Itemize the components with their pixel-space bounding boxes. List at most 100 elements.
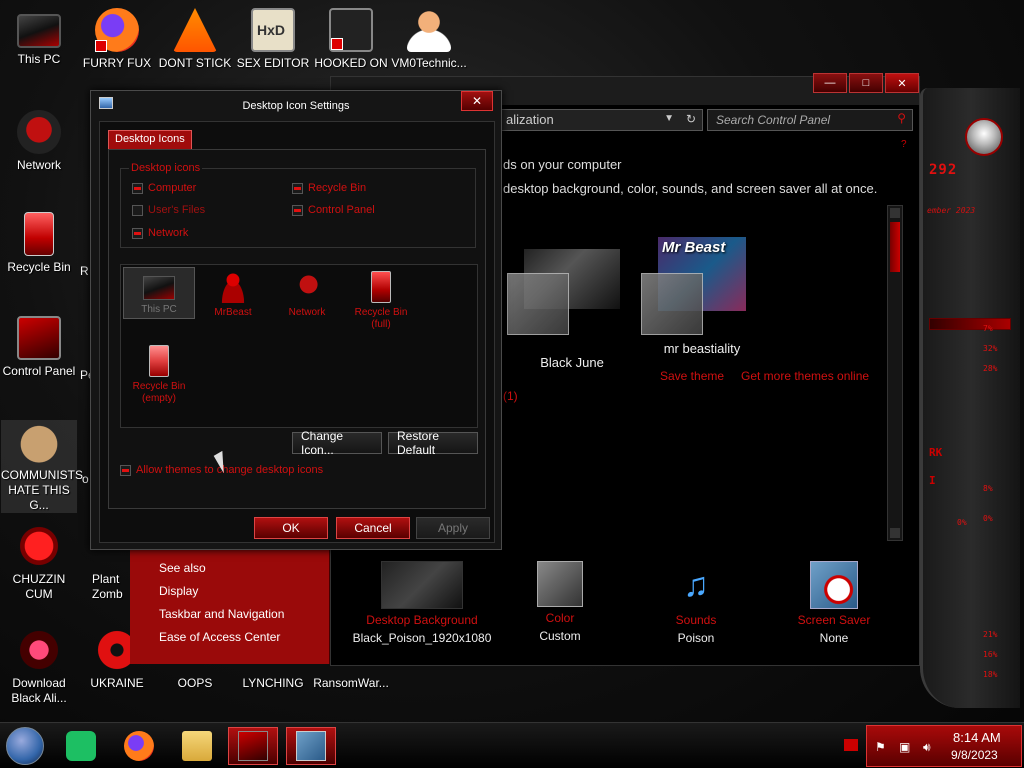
clock-date[interactable]: 9/8/2023 [951,748,998,762]
chevron-down-icon[interactable]: ▼ [664,113,674,124]
address-bar[interactable]: alization ▼ ↻ [501,109,703,131]
list-item-network[interactable]: Network [271,267,343,319]
refresh-icon[interactable]: ↻ [686,112,696,126]
control-panel-icon [17,316,61,360]
group-legend: Desktop icons [129,162,203,174]
scrollbar[interactable] [887,205,903,541]
desktop-icon-sex-editor[interactable]: HxD SEX EDITOR [235,8,311,71]
recycle-bin-empty-icon [149,345,169,377]
close-button[interactable]: ✕ [885,73,919,93]
start-button[interactable] [6,727,44,765]
screen-saver-item[interactable]: Screen Saver None [759,561,909,645]
cancel-button[interactable]: Cancel [336,517,410,539]
list-item-this-pc[interactable]: This PC [123,267,195,319]
color-swatch-icon [537,561,583,607]
monitor-icon [143,276,175,300]
gadget-pct: 32% [983,344,998,353]
music-notes-icon: ♫ [683,566,709,604]
theme-black-june[interactable]: Black June [507,249,637,370]
checkbox-users-files[interactable]: User's Files [132,204,205,216]
search-input[interactable]: Search Control Panel ⚲ [707,109,913,131]
dialog-titlebar: Desktop Icon Settings ✕ [91,91,501,121]
taskbar-app-personalization[interactable] [286,727,336,765]
money-bag-icon [17,420,61,464]
gadget-side-text: I [929,474,936,487]
network-status-icon[interactable]: ▣ [899,740,913,754]
restore-default-button[interactable]: Restore Default [388,429,478,457]
checkbox-box[interactable] [132,204,143,216]
icon-label: OOPS [177,676,213,690]
theme-name: mr beastiality [663,341,741,356]
display-settings-icon [296,731,326,761]
item-value: Poison [677,631,715,645]
see-also-panel: See also Display Taskbar and Navigation … [130,548,330,664]
scroll-thumb[interactable] [890,222,900,272]
checkbox-control-panel[interactable]: Control Panel [292,204,375,216]
checkbox-recycle-bin[interactable]: Recycle Bin [292,182,366,194]
list-item-mrbeast[interactable]: MrBeast [197,267,269,319]
list-item-recycle-full[interactable]: Recycle Bin (full) [345,267,417,331]
gadget-pct: 16% [983,650,998,659]
item-title: Desktop Background [366,613,478,627]
flag-icon[interactable]: ⚑ [875,740,889,754]
taskbar-app-explorer[interactable] [172,727,222,765]
desktop-background-item[interactable]: Desktop Background Black_Poison_1920x108… [347,561,497,645]
maximize-button[interactable]: □ [849,73,883,93]
checkbox-network[interactable]: Network [132,227,188,239]
item-value: None [819,631,849,645]
theme-mr-beastiality[interactable]: Mr Beast mr beastiality [637,237,767,356]
get-more-themes-link[interactable]: Get more themes online [741,369,869,383]
volume-icon[interactable]: 🔊︎ [923,740,937,754]
close-button[interactable]: ✕ [461,91,493,111]
checkbox-box[interactable] [292,204,303,216]
list-item-recycle-empty[interactable]: Recycle Bin (empty) [123,341,195,405]
checkbox-box[interactable] [292,182,303,194]
color-item[interactable]: Color Custom [485,561,635,643]
sounds-item[interactable]: ♫ Sounds Poison [621,561,771,645]
taskbar-app-firefox[interactable] [114,727,164,765]
save-theme-link[interactable]: Save theme [660,369,724,383]
vlc-cone-icon [173,8,217,52]
icon-label: VM0Technic... [391,56,467,70]
ok-button[interactable]: OK [254,517,328,539]
search-icon[interactable]: ⚲ [897,111,906,125]
clock-time[interactable]: 8:14 AM [953,730,1001,745]
show-hidden-icons-icon[interactable] [844,739,858,751]
scroll-up-button[interactable] [890,208,900,218]
hxd-icon: HxD [251,8,295,52]
link-taskbar[interactable]: Taskbar and Navigation [159,607,284,621]
taskbar-app-control-panel[interactable] [228,727,278,765]
desktop-icon-dont-stick[interactable]: DONT STICK [157,8,233,71]
desktop-icon-furry-fux[interactable]: FURRY FUX [79,8,155,71]
icon-label: CHUZZIN CUM [12,572,66,601]
checkbox-box[interactable] [132,227,143,239]
checkbox-box[interactable] [120,464,131,476]
gadget-side-text: RK [929,446,943,459]
firefox-icon [95,8,139,52]
link-ease-of-access[interactable]: Ease of Access Center [159,630,280,644]
taskbar-app-chat[interactable] [56,727,106,765]
desktop-icon-recycle-bin[interactable]: Recycle Bin [1,212,77,275]
alien-download-icon [17,628,61,672]
folder-icon [182,731,212,761]
tab-desktop-icons[interactable]: Desktop Icons [108,130,192,150]
checkbox-box[interactable] [132,182,143,194]
icon-list[interactable]: This PC MrBeast Network Recycle Bin (ful… [120,264,478,428]
link-display[interactable]: Display [159,584,198,598]
desktop-icon-network[interactable]: Network [1,110,77,173]
system-tray: ⚑ ▣ 🔊︎ 8:14 AM 9/8/2023 [866,725,1022,767]
desktop-icon-control-panel[interactable]: Control Panel [1,316,77,379]
help-icon[interactable]: ? [901,139,907,150]
desktop-icon-vm0[interactable]: VM0Technic... [391,8,467,71]
desktop-icon-download-black[interactable]: Download Black Ali... [1,628,77,706]
desktop-icon-this-pc[interactable]: This PC [1,8,77,67]
desktop-icon-communists[interactable]: COMMUNISTS HATE THIS G... [1,420,83,513]
minimize-button[interactable]: — [813,73,847,93]
icon-label: DONT STICK [158,56,232,70]
desktop-icon-hooked-on[interactable]: HOOKED ON [313,8,389,71]
checkbox-computer[interactable]: Computer [132,182,196,194]
apply-button[interactable]: Apply [416,517,490,539]
scroll-down-button[interactable] [890,528,900,538]
desktop-icon-chuzzin[interactable]: CHUZZIN CUM [1,524,77,602]
change-icon-button[interactable]: Change Icon... [292,429,382,457]
